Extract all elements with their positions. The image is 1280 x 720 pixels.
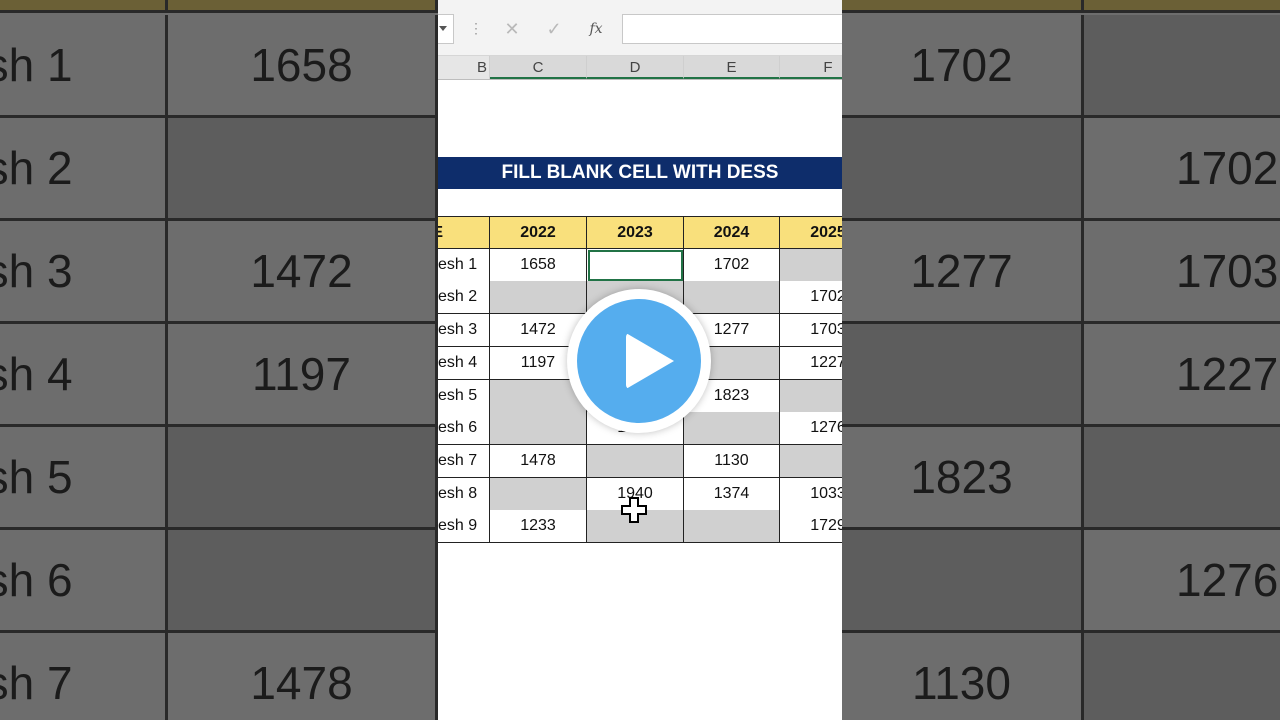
- table-header-cell[interactable]: AME: [438, 216, 490, 249]
- column-header-e[interactable]: E: [684, 56, 780, 79]
- play-button[interactable]: [567, 289, 711, 433]
- table-row: esh 1 1658 1702: [438, 248, 842, 282]
- cell-cursor-icon: [621, 497, 647, 523]
- video-frame: esh 116581702esh 21702esh 3147212771703e…: [0, 0, 1280, 720]
- play-icon: [626, 333, 674, 389]
- cancel-icon[interactable]: ✕: [500, 16, 524, 42]
- table-cell[interactable]: [780, 444, 842, 478]
- row-name-cell[interactable]: esh 2: [438, 281, 490, 315]
- table-cell[interactable]: 1033: [780, 477, 842, 511]
- table-cell[interactable]: [684, 510, 780, 544]
- chevron-down-icon: [439, 26, 447, 31]
- table-cell[interactable]: 1276: [780, 412, 842, 446]
- row-name-cell[interactable]: esh 4: [438, 346, 490, 380]
- table-row: esh 7 1478 1130: [438, 444, 842, 478]
- table-header-row: AME2022202320242025: [438, 216, 842, 249]
- insert-function-button[interactable]: fx: [584, 16, 608, 42]
- formula-bar-grip-icon: ⋮: [469, 20, 483, 36]
- table-cell[interactable]: [490, 412, 587, 446]
- table-header-cell[interactable]: 2025: [780, 216, 842, 249]
- enter-icon[interactable]: ✓: [542, 16, 566, 42]
- play-button-circle: [577, 299, 701, 423]
- table-cell[interactable]: [490, 477, 587, 511]
- table-cell[interactable]: 1729: [780, 510, 842, 544]
- row-name-cell[interactable]: esh 9: [438, 510, 490, 544]
- formula-input[interactable]: [622, 14, 842, 44]
- table-cell[interactable]: [780, 379, 842, 413]
- table-cell[interactable]: 1227: [780, 346, 842, 380]
- table-cell[interactable]: 1130: [684, 444, 780, 478]
- active-cell[interactable]: [587, 248, 684, 282]
- table-cell[interactable]: [684, 281, 780, 315]
- table-cell[interactable]: [780, 248, 842, 282]
- table-cell[interactable]: [684, 412, 780, 446]
- column-header-c[interactable]: C: [490, 56, 587, 79]
- column-headers: BCDEF: [438, 56, 842, 80]
- table-cell[interactable]: 1702: [684, 248, 780, 282]
- row-name-cell[interactable]: esh 3: [438, 314, 490, 348]
- column-header-d[interactable]: D: [587, 56, 684, 79]
- table-cell[interactable]: 1233: [490, 510, 587, 544]
- table-header-cell[interactable]: 2024: [684, 216, 780, 249]
- table-header-cell[interactable]: 2023: [587, 216, 684, 249]
- table-cell[interactable]: 1374: [684, 477, 780, 511]
- row-name-cell[interactable]: esh 8: [438, 477, 490, 511]
- formula-bar: ⋮ ✕ ✓ fx: [438, 0, 842, 56]
- row-name-cell[interactable]: esh 1: [438, 248, 490, 282]
- table-cell[interactable]: [587, 444, 684, 478]
- table-header-cell[interactable]: 2022: [490, 216, 587, 249]
- sheet-title: FILL BLANK CELL WITH DESS: [438, 157, 842, 189]
- table-cell[interactable]: 1658: [490, 248, 587, 282]
- table-cell[interactable]: [490, 281, 587, 315]
- row-name-cell[interactable]: esh 7: [438, 444, 490, 478]
- row-name-cell[interactable]: esh 6: [438, 412, 490, 446]
- table-cell[interactable]: 1702: [780, 281, 842, 315]
- table-cell[interactable]: 1703: [780, 314, 842, 348]
- name-box-dropdown[interactable]: [438, 14, 454, 44]
- column-header-b[interactable]: B: [438, 56, 490, 79]
- table-cell[interactable]: 1478: [490, 444, 587, 478]
- row-name-cell[interactable]: esh 5: [438, 379, 490, 413]
- column-header-f[interactable]: F: [780, 56, 842, 79]
